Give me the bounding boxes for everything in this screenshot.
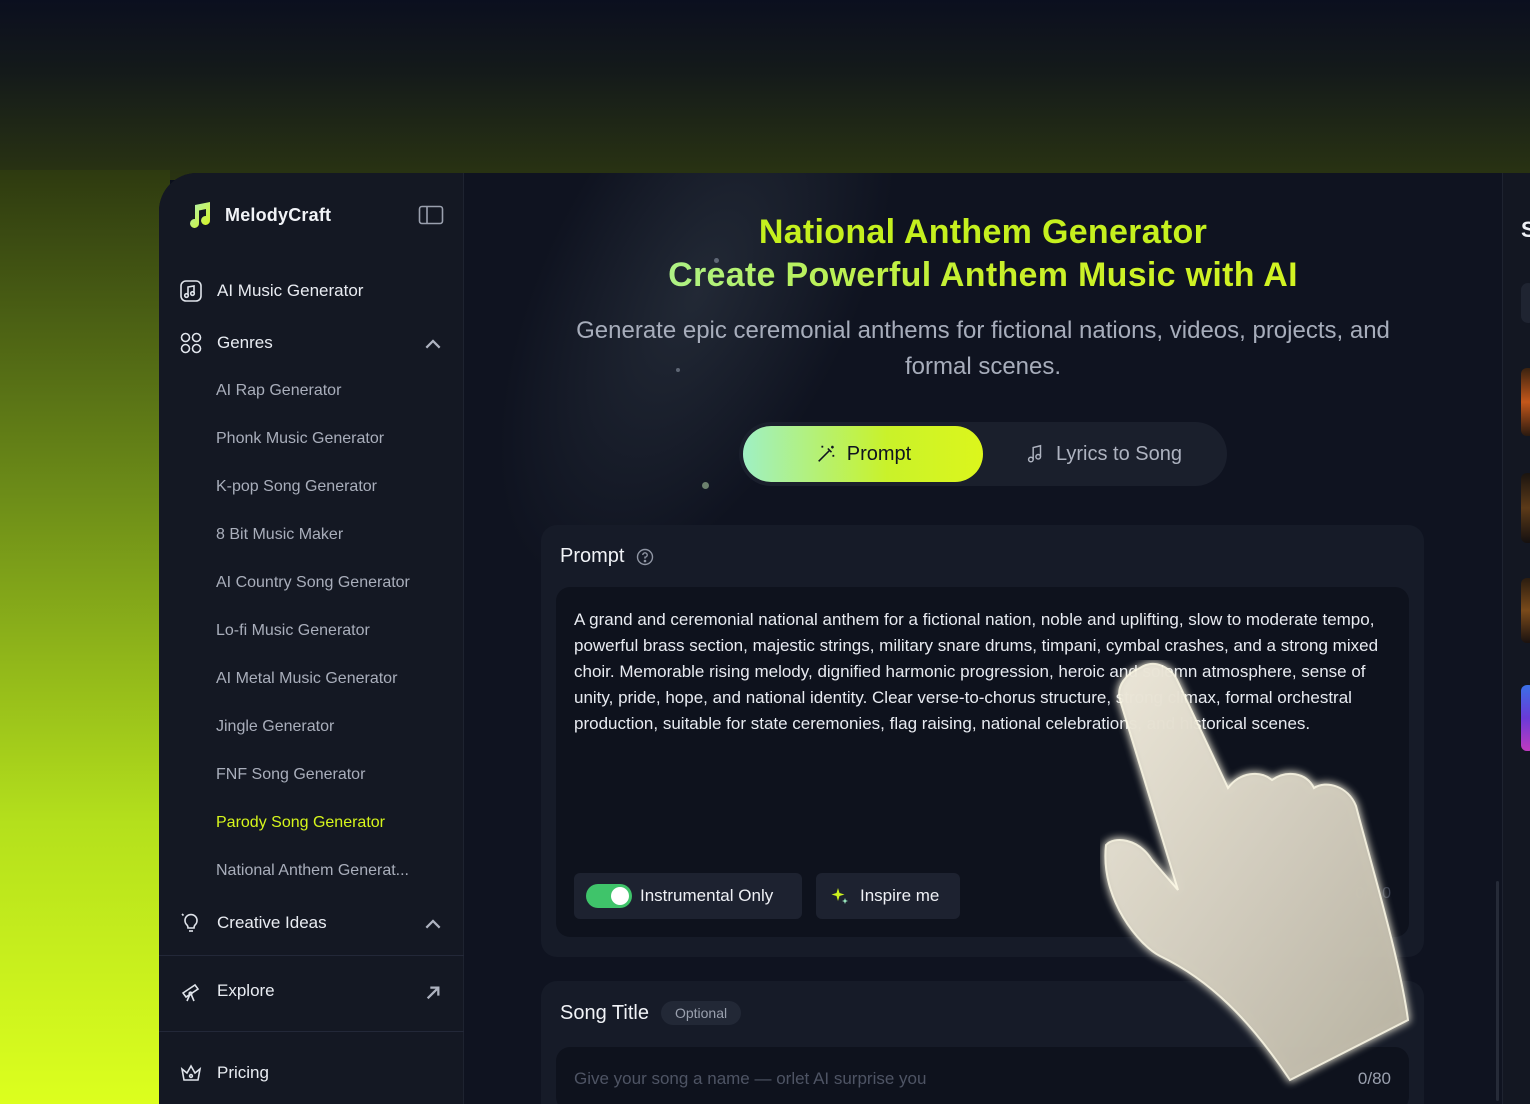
- song-title-placeholder: Give your song a name — orlet AI surpris…: [574, 1069, 927, 1088]
- sparkle-dot: [702, 482, 709, 489]
- instrumental-toggle[interactable]: Instrumental Only: [574, 873, 802, 919]
- chevron-up-icon[interactable]: [421, 333, 445, 357]
- prompt-card-header: Prompt: [560, 545, 654, 568]
- help-icon[interactable]: [636, 548, 654, 566]
- sidebar-item-phonk[interactable]: Phonk Music Generator: [216, 423, 451, 455]
- prompt-char-counter: 0/...0: [1355, 885, 1391, 902]
- music-lyrics-icon: [1027, 444, 1042, 463]
- tab-label: Lyrics to Song: [1056, 442, 1182, 465]
- grid-icon: [180, 332, 202, 354]
- inspire-me-button[interactable]: Inspire me: [816, 873, 960, 919]
- prompt-card: Prompt A grand and ceremonial national a…: [541, 525, 1424, 957]
- song-thumbnail[interactable]: [1521, 578, 1530, 643]
- song-thumbnail[interactable]: [1521, 473, 1530, 543]
- nav-explore[interactable]: Explore: [177, 971, 447, 1011]
- nav-pricing[interactable]: Pricing: [177, 1053, 447, 1093]
- app-window: MelodyCraft AI Music Generator Genres AI…: [159, 173, 1530, 1104]
- tab-label: Prompt: [846, 442, 912, 465]
- prompt-textarea[interactable]: A grand and ceremonial national anthem f…: [556, 587, 1409, 937]
- nav-genres[interactable]: Genres: [177, 323, 447, 363]
- divider: [159, 1031, 464, 1032]
- right-panel-heading: S: [1521, 217, 1530, 242]
- inspire-label: Inspire me: [860, 886, 940, 905]
- crown-icon: [180, 1064, 202, 1081]
- sidebar-item-national-anthem[interactable]: National Anthem Generat...: [216, 855, 451, 887]
- scrollbar[interactable]: [1496, 881, 1499, 1101]
- sidebar-item-parody[interactable]: Parody Song Generator: [216, 807, 451, 839]
- song-title-header: Song Title Optional: [560, 1001, 742, 1025]
- sidebar-item-8bit[interactable]: 8 Bit Music Maker: [216, 519, 451, 551]
- page-title: National Anthem Generator: [758, 213, 1208, 251]
- brand-name: MelodyCraft: [225, 204, 332, 225]
- mode-tabs: Prompt Lyrics to Song: [739, 422, 1227, 486]
- right-panel: S: [1502, 173, 1530, 1104]
- divider: [159, 955, 464, 956]
- music-note-logo-icon: [190, 202, 211, 228]
- external-arrow-icon: [426, 986, 440, 1000]
- page-description: Generate epic ceremonial anthems for fic…: [576, 317, 1390, 380]
- sidebar-toggle-icon[interactable]: [418, 204, 444, 226]
- sidebar-item-country[interactable]: AI Country Song Generator: [216, 567, 451, 599]
- prompt-text: A grand and ceremonial national anthem f…: [574, 610, 1379, 733]
- nav-label: Genres: [217, 333, 273, 352]
- instrumental-label: Instrumental Only: [640, 886, 774, 905]
- tab-lyrics-to-song[interactable]: Lyrics to Song: [983, 426, 1223, 482]
- nav-label: Creative Ideas: [217, 913, 327, 932]
- song-title-label: Song Title: [560, 1001, 649, 1024]
- music-generator-icon: [180, 280, 202, 302]
- telescope-icon: [181, 983, 200, 1002]
- toggle-switch[interactable]: [586, 884, 632, 908]
- magic-wand-icon: [817, 445, 835, 462]
- brand[interactable]: MelodyCraft: [183, 199, 331, 231]
- song-thumbnail[interactable]: [1521, 368, 1530, 436]
- sidebar-item-ai-rap[interactable]: AI Rap Generator: [216, 375, 451, 407]
- page-subtitle: Create Powerful Anthem Music with AI: [464, 256, 1502, 295]
- song-title-input[interactable]: Give your song a name — orlet AI surpris…: [556, 1047, 1409, 1104]
- right-panel-control[interactable]: [1521, 283, 1530, 323]
- nav-label: AI Music Generator: [217, 281, 364, 300]
- prompt-label: Prompt: [560, 545, 625, 567]
- song-title-counter: 0/80: [1357, 1069, 1391, 1088]
- left-gradient: [0, 170, 170, 1104]
- nav-label: Pricing: [217, 1063, 269, 1082]
- lightbulb-icon: [181, 913, 198, 932]
- tab-prompt[interactable]: Prompt: [743, 426, 983, 482]
- optional-badge: Optional: [660, 1001, 742, 1025]
- nav-ai-music-generator[interactable]: AI Music Generator: [177, 271, 447, 311]
- nav-creative-ideas[interactable]: Creative Ideas: [177, 903, 447, 943]
- sidebar-item-kpop[interactable]: K-pop Song Generator: [216, 471, 451, 503]
- chevron-up-icon[interactable]: [421, 913, 445, 937]
- sparkles-icon: [831, 888, 848, 904]
- song-thumbnail[interactable]: [1521, 685, 1530, 751]
- top-background: [0, 0, 1530, 180]
- nav-label: Explore: [217, 981, 275, 1000]
- main-content: National Anthem Generator Create Powerfu…: [354, 173, 1502, 1104]
- song-title-card: Song Title Optional Give your song a nam…: [541, 981, 1424, 1104]
